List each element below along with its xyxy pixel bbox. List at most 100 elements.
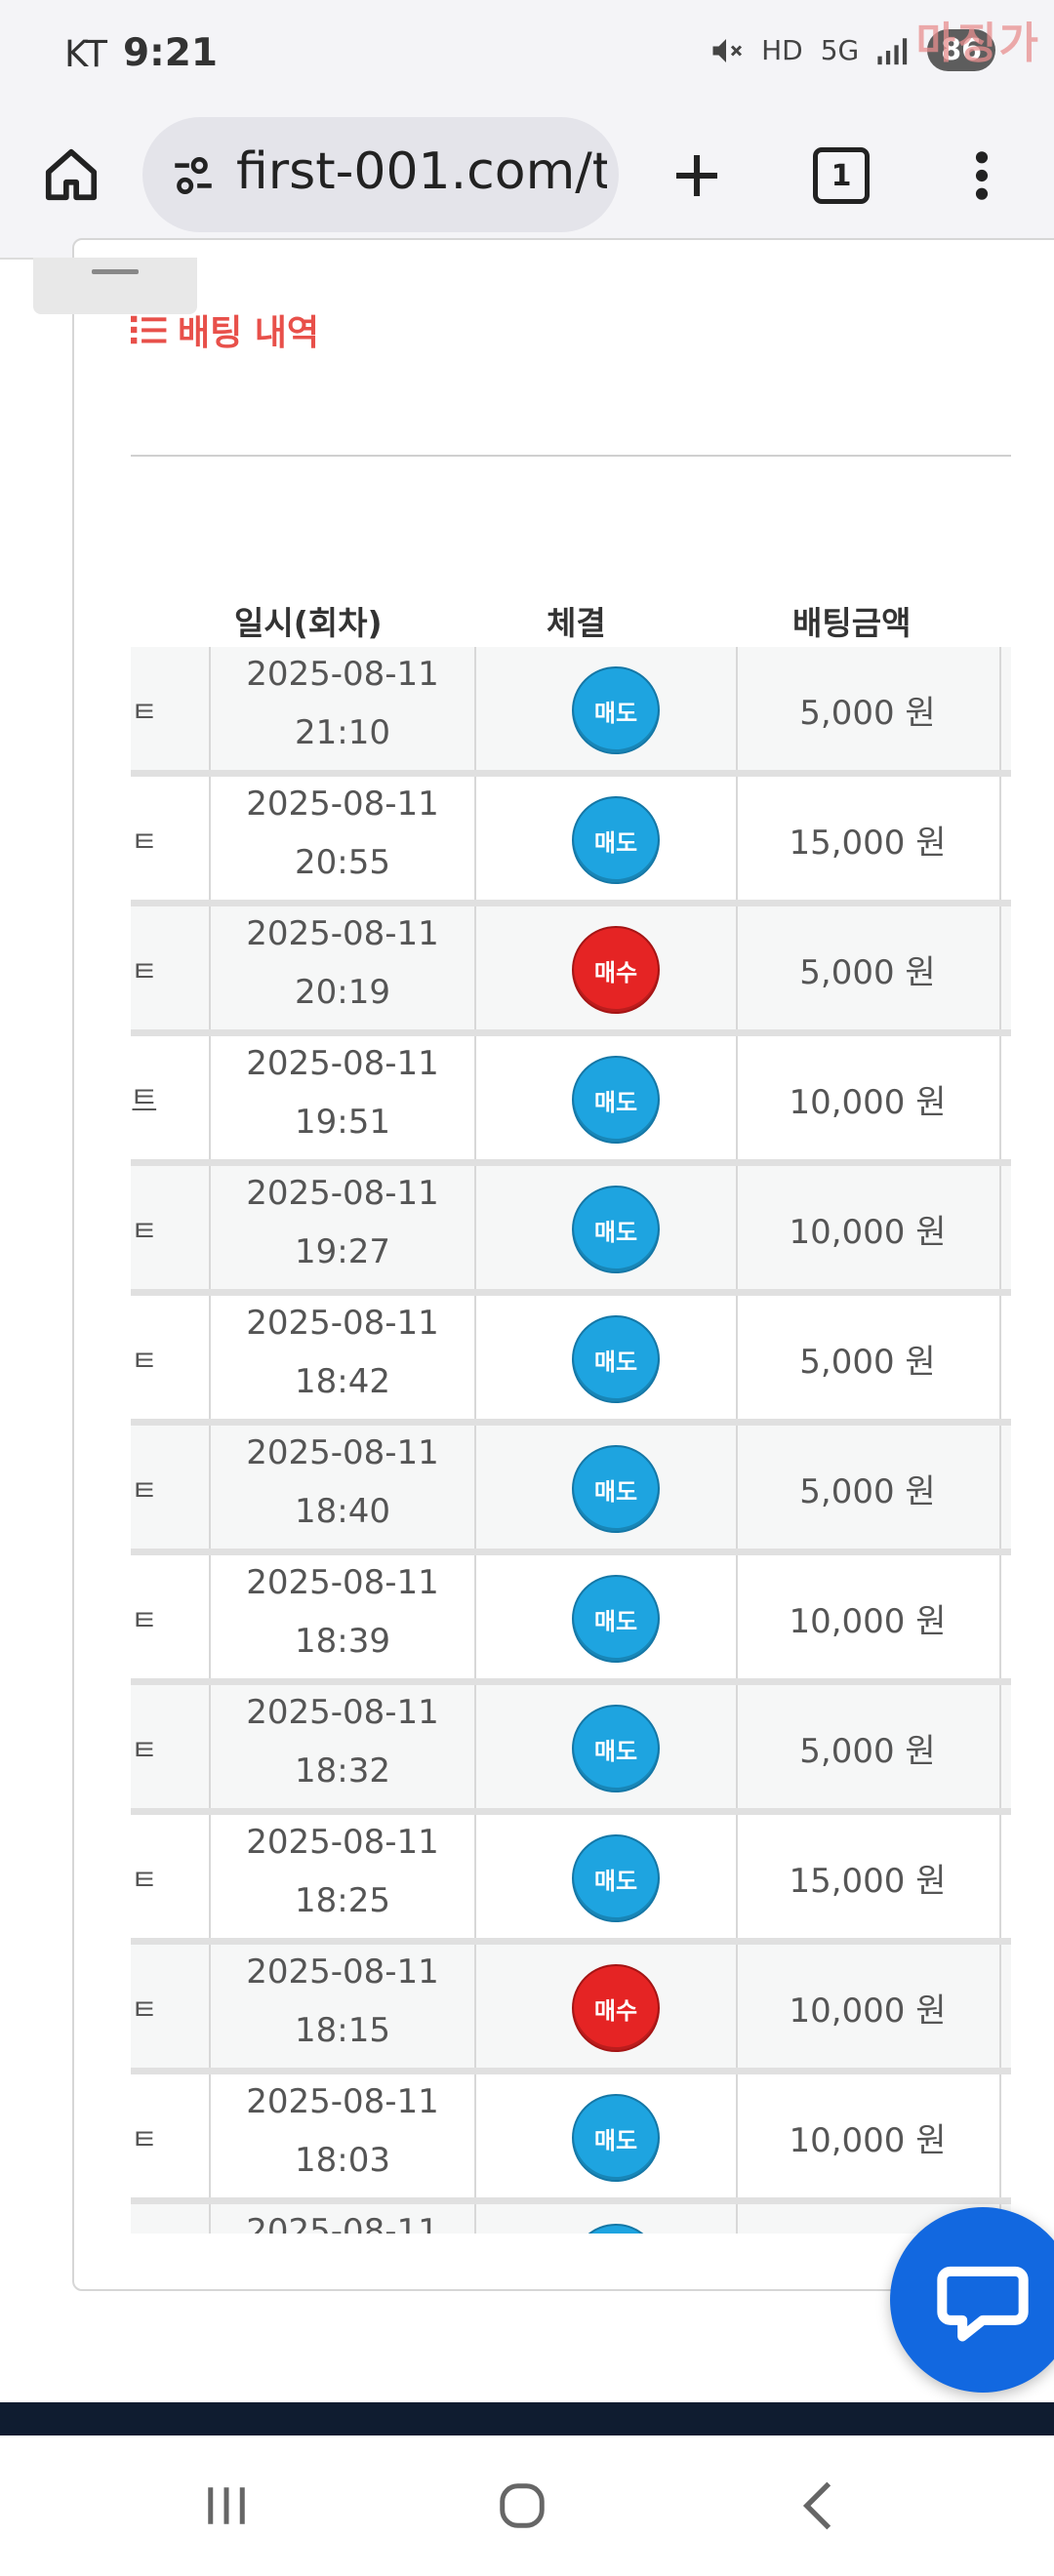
row-date: 2025-08-11 xyxy=(246,1563,439,1602)
row-prefix-cell xyxy=(131,2204,209,2234)
home-button[interactable] xyxy=(33,137,109,213)
datetime-cell: 2025-08-11 21:10 xyxy=(209,647,476,770)
sell-badge: 매도 xyxy=(572,1186,660,1273)
back-button[interactable] xyxy=(789,2476,847,2535)
row-prefix: ㅌ xyxy=(131,955,158,989)
sell-badge: 매도 xyxy=(572,2094,660,2182)
footer-banner xyxy=(0,2402,1054,2435)
recents-icon xyxy=(208,2487,245,2524)
system-nav-bar xyxy=(0,2435,1054,2576)
row-prefix-cell: ㅌ xyxy=(131,647,209,770)
trade-cell: 매도 xyxy=(472,1036,738,1159)
datetime-cell: 2025-08-11 20:55 xyxy=(209,777,476,900)
table-row: ㅌ 2025-08-11 20:19 매수 5,000 원 xyxy=(131,906,1011,1037)
tab-count: 1 xyxy=(813,147,870,204)
row-date: 2025-08-11 xyxy=(246,1433,439,1472)
amount-cell: 5,000 원 xyxy=(736,647,1001,770)
datetime-cell: 2025-08-11 19:27 xyxy=(209,1166,476,1289)
amount-cell: 15,000 원 xyxy=(736,777,1001,900)
home-icon xyxy=(45,148,98,201)
row-time: 18:03 xyxy=(295,2141,390,2180)
row-amount: 5,000 원 xyxy=(799,1732,936,1771)
sell-badge: 매도 xyxy=(572,1575,660,1663)
row-prefix: 트 xyxy=(131,1085,158,1119)
recents-button[interactable] xyxy=(197,2476,256,2535)
sell-badge: 매도 xyxy=(572,1705,660,1792)
datetime-cell: 2025-08-11 20:19 xyxy=(209,906,476,1029)
sell-badge: 매도 xyxy=(572,1834,660,1922)
buy-badge: 매수 xyxy=(572,926,660,1014)
row-prefix: ㅌ xyxy=(131,1474,158,1509)
row-date: 2025-08-11 xyxy=(246,1693,439,1732)
betting-table: ㅌ 2025-08-11 21:10 매도 5,000 원 ㅌ 2025-08-11 20:5… xyxy=(131,647,1011,2234)
status-bar: KT 9:21 HD 5G 86 마징가 xyxy=(0,0,1054,107)
sell-badge: 매도 xyxy=(572,1056,660,1144)
trade-cell: 매도 xyxy=(472,1166,738,1289)
row-time: 18:42 xyxy=(295,1362,390,1401)
row-prefix: ㅌ xyxy=(131,1345,158,1379)
browser-menu-button[interactable] xyxy=(943,137,1021,215)
row-date: 2025-08-11 xyxy=(246,785,439,824)
row-prefix-cell: ㅌ xyxy=(131,777,209,900)
row-date: 2025-08-11 xyxy=(246,914,439,953)
trade-cell: 매도 xyxy=(472,1815,738,1938)
row-time: 18:15 xyxy=(295,2011,390,2050)
url-text[interactable]: first-001.com/t xyxy=(236,142,607,201)
row-prefix-cell: ㅌ xyxy=(131,2074,209,2197)
table-header: 일시(회차) 체결 배팅금액 xyxy=(131,597,1011,642)
amount-cell: 10,000 원 xyxy=(736,2074,1001,2197)
amount-cell: 15,000 원 xyxy=(736,1815,1001,1938)
row-prefix-cell: ㅌ xyxy=(131,1685,209,1808)
amount-cell: 5,000 원 xyxy=(736,1296,1001,1419)
row-amount: 15,000 원 xyxy=(789,1862,947,1901)
row-prefix: ㅌ xyxy=(131,1215,158,1249)
row-amount: 10,000 원 xyxy=(789,1992,947,2031)
row-prefix: ㅌ xyxy=(131,696,158,730)
trade-cell: 매수 xyxy=(472,1945,738,2068)
more-vert-icon xyxy=(975,151,989,200)
row-prefix-cell: ㅌ xyxy=(131,1815,209,1938)
status-time: 9:21 xyxy=(123,31,219,75)
trade-cell: 매수 xyxy=(472,906,738,1029)
row-amount: 5,000 원 xyxy=(799,1472,936,1511)
row-time: 18:25 xyxy=(295,1881,390,1920)
header-trade: 체결 xyxy=(547,604,606,642)
table-row: ㅌ 2025-08-11 18:42 매도 5,000 원 xyxy=(131,1296,1011,1427)
table-row: ㅌ 2025-08-11 20:55 매도 15,000 원 xyxy=(131,777,1011,907)
new-tab-button[interactable] xyxy=(658,137,736,215)
datetime-cell: 2025-08-11 18:42 xyxy=(209,1296,476,1419)
site-settings-button[interactable] xyxy=(164,146,223,205)
system-home-button[interactable] xyxy=(493,2476,551,2535)
chat-bubble-icon xyxy=(937,2266,1029,2342)
row-prefix-cell: ㅌ xyxy=(131,1555,209,1678)
amount-cell: 5,000 원 xyxy=(736,906,1001,1029)
row-time: 20:19 xyxy=(295,973,390,1012)
row-time: 19:51 xyxy=(295,1103,390,1142)
row-amount: 10,000 원 xyxy=(789,1213,947,1252)
table-row: ㅌ 2025-08-11 18:15 매수 10,000 원 xyxy=(131,1945,1011,2075)
datetime-cell: 2025-08-11 18:32 xyxy=(209,1685,476,1808)
signal-icon xyxy=(876,36,910,65)
datetime-cell: 2025-08-11 18:39 xyxy=(209,1555,476,1678)
amount-cell: 10,000 원 xyxy=(736,1945,1001,2068)
table-row: 트 2025-08-11 19:51 매도 10,000 원 xyxy=(131,1036,1011,1167)
row-prefix-cell: ㅌ xyxy=(131,906,209,1029)
row-date: 2025-08-11 xyxy=(246,1044,439,1083)
header-datetime: 일시(회차) xyxy=(234,604,383,642)
minus-icon xyxy=(92,269,139,274)
row-date: 2025-08-11 xyxy=(246,2082,439,2121)
trade-cell: 매도 xyxy=(472,647,738,770)
amount-cell: 10,000 원 xyxy=(736,1036,1001,1159)
row-time: 21:10 xyxy=(295,713,390,752)
row-date: 2025-08-11 xyxy=(246,1952,439,1992)
tab-switcher-button[interactable]: 1 xyxy=(802,137,880,215)
address-bar[interactable]: first-001.com/t xyxy=(142,117,619,232)
amount-cell: 5,000 원 xyxy=(736,1685,1001,1808)
browser-toolbar: first-001.com/t 1 xyxy=(0,107,1054,260)
table-row: ㅌ 2025-08-11 21:10 매도 5,000 원 xyxy=(131,647,1011,778)
back-chevron-icon xyxy=(802,2481,831,2530)
hd-icon: HD xyxy=(761,34,803,66)
trade-cell: 매도 xyxy=(472,777,738,900)
row-date: 2025-08-11 xyxy=(246,1823,439,1862)
amount-cell: 5,000 원 xyxy=(736,1426,1001,1549)
